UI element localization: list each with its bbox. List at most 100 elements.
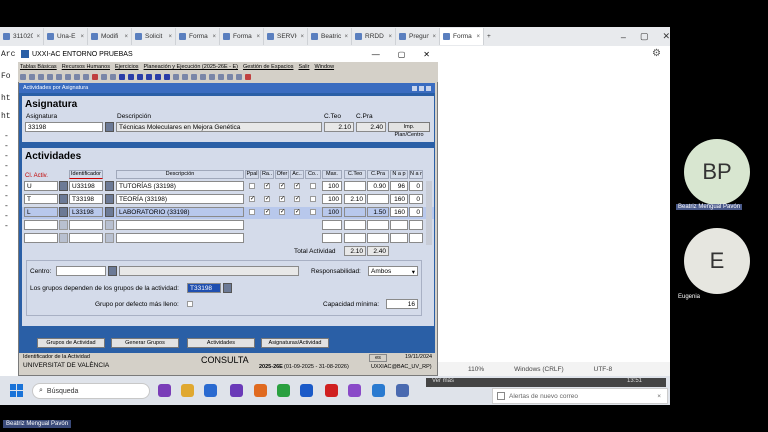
table-row[interactable]: T T33198 TEORÍA (33198) ✓ ✓ ✓ ✓ 100 2.10… <box>22 194 434 206</box>
app-icon[interactable] <box>348 384 361 397</box>
lov-icon[interactable] <box>105 181 114 191</box>
firefox-icon[interactable] <box>254 384 267 397</box>
exit-icon[interactable] <box>245 74 251 80</box>
app-icon[interactable] <box>230 384 243 397</box>
insert-icon[interactable] <box>101 74 107 80</box>
skype-icon[interactable] <box>372 384 385 397</box>
browser-tab[interactable]: Forma × <box>176 28 220 45</box>
maximize-icon[interactable]: ▢ <box>640 31 649 42</box>
menu-tablas-basicas[interactable]: Tablas Básicas <box>20 64 57 70</box>
capacidad-minima-field[interactable]: 16 <box>386 299 418 309</box>
save-icon[interactable] <box>20 74 26 80</box>
help-icon[interactable] <box>191 74 197 80</box>
lov-icon[interactable] <box>59 181 68 191</box>
close-icon[interactable]: × <box>476 34 480 40</box>
asignatura-description-field[interactable]: Técnicas Moleculares en Mejora Genética <box>116 122 322 132</box>
gear-icon[interactable]: ⚙ <box>652 48 661 59</box>
browser-tab[interactable]: Solicit × <box>132 28 176 45</box>
browser-tab[interactable]: Modifi × <box>88 28 132 45</box>
close-icon[interactable]: × <box>36 34 40 40</box>
lov-icon[interactable] <box>105 194 114 204</box>
minimize-icon[interactable] <box>412 85 417 91</box>
last-record-icon[interactable] <box>164 74 170 80</box>
table-row-empty[interactable] <box>22 233 434 245</box>
lov-icon[interactable] <box>105 207 114 217</box>
next-record-icon[interactable] <box>146 74 152 80</box>
close-icon[interactable]: × <box>80 34 84 40</box>
new-tab-button[interactable]: + <box>484 28 502 45</box>
close-icon[interactable] <box>426 85 431 91</box>
maximize-icon[interactable]: ▢ <box>398 50 406 59</box>
table-row-selected[interactable]: L L33198 LABORATORIO (33198) ✓ ✓ ✓ 100 1… <box>22 207 434 219</box>
close-icon[interactable]: × <box>388 34 392 40</box>
lov-icon[interactable] <box>105 122 114 132</box>
menu-gestion-espacios[interactable]: Gestión de Espacios <box>243 64 293 70</box>
first-record-icon[interactable] <box>119 74 125 80</box>
list-icon[interactable] <box>182 74 188 80</box>
notification-toast[interactable]: Alertas de nuevo correo × <box>492 388 668 404</box>
lov-icon[interactable] <box>105 233 114 243</box>
lov-icon[interactable] <box>59 194 68 204</box>
imp-plan-centro-button[interactable]: Imp. Plan/Centro <box>388 122 430 138</box>
lov-icon[interactable] <box>105 220 114 230</box>
browser-tab-active[interactable]: Forma × <box>440 28 484 45</box>
menu-salir[interactable]: Salir <box>298 64 309 70</box>
calc-icon[interactable] <box>209 74 215 80</box>
close-icon[interactable]: × <box>344 34 348 40</box>
pdf-icon[interactable] <box>325 384 338 397</box>
close-icon[interactable]: × <box>212 34 216 40</box>
tools-icon[interactable] <box>218 74 224 80</box>
next-block-icon[interactable] <box>155 74 161 80</box>
app-icon[interactable] <box>158 384 171 397</box>
asignaturas-actividad-button[interactable]: Asignaturas/Actividad <box>261 338 329 348</box>
lov-icon[interactable] <box>59 220 68 230</box>
table-row[interactable]: U U33198 TUTORÍAS (33198) ✓ ✓ ✓ 100 0.90… <box>22 181 434 193</box>
lov-icon[interactable] <box>108 266 117 276</box>
clear-icon[interactable] <box>92 74 98 80</box>
browser-tab[interactable]: Una-E × <box>44 28 88 45</box>
maximize-icon[interactable] <box>419 85 424 91</box>
execute-icon[interactable] <box>83 74 89 80</box>
browser-tab[interactable]: RRDD × <box>352 28 396 45</box>
close-icon[interactable]: × <box>432 34 436 40</box>
app-icon[interactable] <box>204 384 217 397</box>
browser-tab[interactable]: Beatric × <box>308 28 352 45</box>
ver-mas-bar[interactable]: Ver más 13:51 <box>426 378 666 387</box>
open-icon[interactable] <box>38 74 44 80</box>
close-icon[interactable]: × <box>657 393 661 400</box>
menu-recursos-humanos[interactable]: Recursos Humanos <box>62 64 110 70</box>
close-icon[interactable]: ✕ <box>423 50 430 59</box>
menu-ejercicios[interactable]: Ejercicios <box>115 64 139 70</box>
grupo-dependencia-field[interactable]: T33198 <box>187 283 221 293</box>
browser-tab[interactable]: Pregun × <box>396 28 440 45</box>
info-icon[interactable] <box>200 74 206 80</box>
actividades-button[interactable]: Actividades <box>187 338 255 348</box>
lov-icon[interactable] <box>59 207 68 217</box>
windows-start-icon[interactable] <box>10 384 23 397</box>
lov-icon[interactable] <box>59 233 68 243</box>
prev-record-icon[interactable] <box>137 74 143 80</box>
edit-icon[interactable] <box>173 74 179 80</box>
scrollbar[interactable] <box>426 181 432 245</box>
menu-window[interactable]: Window <box>314 64 334 70</box>
grupos-actividad-button[interactable]: Grupos de Actividad <box>37 338 105 348</box>
lock-icon[interactable] <box>236 74 242 80</box>
generar-grupos-button[interactable]: Generar Grupos <box>111 338 179 348</box>
centro-field[interactable] <box>56 266 106 276</box>
close-icon[interactable]: × <box>256 34 260 40</box>
browser-tab[interactable]: Forma × <box>220 28 264 45</box>
close-icon[interactable]: × <box>300 34 304 40</box>
chrome-icon[interactable] <box>277 384 290 397</box>
responsabilidad-select[interactable]: Ambos ▾ <box>368 266 418 276</box>
delete-icon[interactable] <box>110 74 116 80</box>
doc-icon[interactable] <box>227 74 233 80</box>
asignatura-code-field[interactable]: 33198 <box>25 122 103 132</box>
close-icon[interactable]: × <box>168 34 172 40</box>
copy-icon[interactable] <box>56 74 62 80</box>
paste-icon[interactable] <box>65 74 71 80</box>
minimize-icon[interactable]: – <box>621 32 626 42</box>
browser-tab[interactable]: SERVIC× <box>264 28 308 45</box>
close-icon[interactable]: × <box>124 34 128 40</box>
print-icon[interactable] <box>29 74 35 80</box>
app-icon[interactable] <box>396 384 409 397</box>
